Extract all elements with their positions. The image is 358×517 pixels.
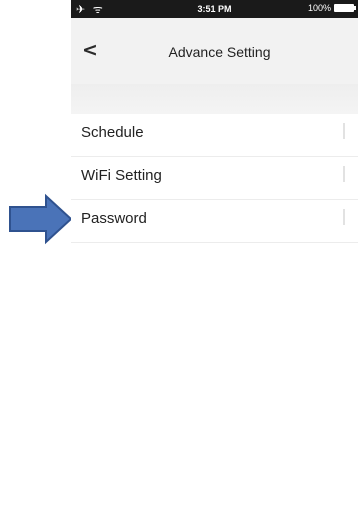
bottom-margin: [0, 490, 358, 517]
phone-screen: ✈ ᯤ 3:51 PM 100% < Advance Setting Sched…: [71, 0, 358, 490]
row-indicator: [343, 166, 345, 182]
page-title: Advance Setting: [168, 44, 271, 60]
status-bar: ✈ ᯤ 3:51 PM 100%: [71, 0, 358, 18]
section-spacer: [71, 84, 358, 114]
screenshot-canvas: ✈ ᯤ 3:51 PM 100% < Advance Setting Sched…: [0, 0, 358, 517]
row-indicator: [343, 123, 345, 139]
status-right: 100%: [307, 3, 356, 13]
menu-item-wifi-setting[interactable]: WiFi Setting: [71, 157, 358, 200]
navigation-bar: < Advance Setting: [71, 18, 358, 84]
menu-item-schedule[interactable]: Schedule: [71, 114, 358, 157]
menu-item-label: Schedule: [81, 124, 144, 141]
menu-item-label: Password: [81, 210, 147, 227]
settings-menu-list: Schedule WiFi Setting Password: [71, 114, 358, 243]
callout-arrow-icon: [9, 193, 73, 245]
menu-item-password[interactable]: Password: [71, 200, 358, 243]
battery-icon: [334, 4, 356, 12]
battery-percent: 100%: [307, 3, 331, 13]
row-indicator: [343, 209, 345, 225]
menu-item-label: WiFi Setting: [81, 167, 162, 184]
